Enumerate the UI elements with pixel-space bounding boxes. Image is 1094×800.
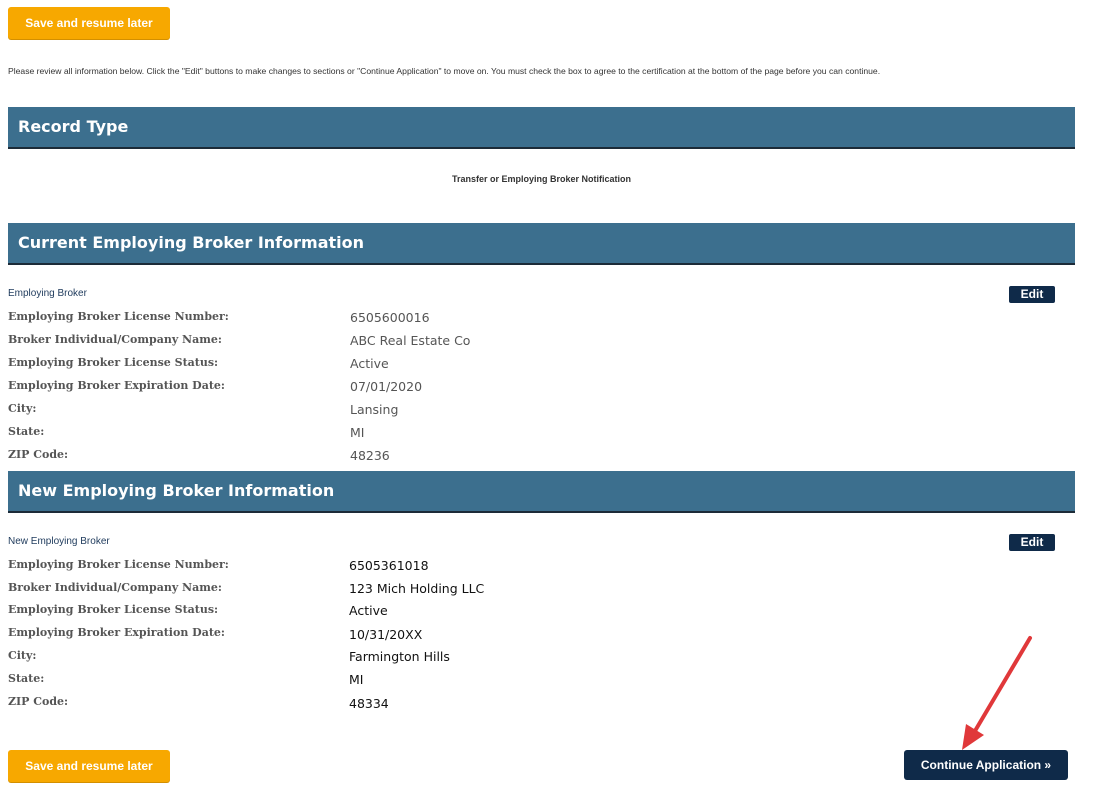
new-state-value: MI <box>349 672 364 687</box>
edit-new-broker-button[interactable]: Edit <box>1009 534 1055 551</box>
current-license-number-value: 6505600016 <box>350 310 430 325</box>
new-city-value: Farmington Hills <box>349 649 450 664</box>
current-expiration-date-label: Employing Broker Expiration Date: <box>8 379 225 392</box>
new-license-number-value: 6505361018 <box>349 558 429 573</box>
new-broker-title: New Employing Broker Information <box>18 481 335 500</box>
current-state-value: MI <box>350 425 365 440</box>
new-zip-value: 48334 <box>349 696 389 711</box>
current-company-name-label: Broker Individual/Company Name: <box>8 333 222 346</box>
current-license-number-label: Employing Broker License Number: <box>8 310 229 323</box>
new-zip-label: ZIP Code: <box>8 695 69 708</box>
new-expiration-date-label: Employing Broker Expiration Date: <box>8 626 225 639</box>
current-broker-subtitle: Employing Broker <box>8 288 87 299</box>
review-instructions: Please review all information below. Cli… <box>8 66 881 76</box>
current-broker-title: Current Employing Broker Information <box>18 233 365 252</box>
new-broker-header: New Employing Broker Information <box>8 471 1075 513</box>
new-expiration-date-value: 10/31/20XX <box>349 627 423 642</box>
record-type-title: Record Type <box>18 117 129 136</box>
new-broker-subtitle: New Employing Broker <box>8 536 110 547</box>
current-state-label: State: <box>8 425 45 438</box>
current-license-status-label: Employing Broker License Status: <box>8 356 219 369</box>
new-license-status-value: Active <box>349 603 388 618</box>
record-type-header: Record Type <box>8 107 1075 149</box>
new-company-name-label: Broker Individual/Company Name: <box>8 581 222 594</box>
edit-current-broker-button[interactable]: Edit <box>1009 286 1055 303</box>
current-zip-label: ZIP Code: <box>8 448 69 461</box>
new-company-name-value: 123 Mich Holding LLC <box>349 581 485 596</box>
current-company-name-value: ABC Real Estate Co <box>350 333 471 348</box>
new-license-status-label: Employing Broker License Status: <box>8 603 219 616</box>
current-zip-value: 48236 <box>350 448 390 463</box>
current-broker-header: Current Employing Broker Information <box>8 223 1075 265</box>
continue-application-button[interactable]: Continue Application » <box>904 750 1068 780</box>
save-resume-later-button-top[interactable]: Save and resume later <box>8 7 170 39</box>
current-license-status-value: Active <box>350 356 389 371</box>
new-city-label: City: <box>8 649 37 662</box>
record-type-value: Transfer or Employing Broker Notificatio… <box>451 174 632 184</box>
current-city-label: City: <box>8 402 37 415</box>
red-arrow-annotation <box>962 636 1032 750</box>
new-license-number-label: Employing Broker License Number: <box>8 558 229 571</box>
current-city-value: Lansing <box>350 402 399 417</box>
save-resume-later-button-bottom[interactable]: Save and resume later <box>8 750 170 782</box>
new-state-label: State: <box>8 672 45 685</box>
current-expiration-date-value: 07/01/2020 <box>350 379 423 394</box>
